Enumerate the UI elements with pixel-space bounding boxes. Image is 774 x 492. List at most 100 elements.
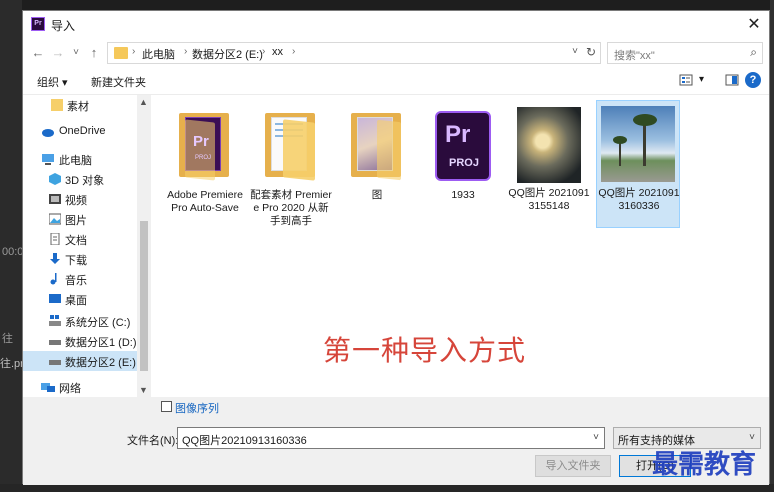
breadcrumb-drive-e[interactable]: 数据分区2 (E:) xyxy=(192,46,263,62)
sidebar-item-label: 数据分区2 (E:) xyxy=(65,357,136,369)
sidebar-item-music[interactable]: 音乐 xyxy=(23,269,137,289)
command-toolbar: 组织 ▾ 新建文件夹 ▾ ? xyxy=(23,67,769,95)
desktop-icon xyxy=(49,293,61,305)
sidebar-item-drive-c[interactable]: 系统分区 (C:) xyxy=(23,311,137,331)
sidebar-item-onedrive[interactable]: OneDrive xyxy=(23,122,137,142)
breadcrumb-xx[interactable]: xx xyxy=(272,46,283,58)
flowers-image-thumbnail xyxy=(517,107,581,183)
sidebar-item-desktop[interactable]: 桌面 xyxy=(23,289,137,309)
address-bar[interactable]: › 此电脑 › 数据分区2 (E:) › xx › ˅ ↻ xyxy=(107,42,601,64)
search-placeholder: 搜索"xx" xyxy=(614,50,655,62)
premiere-app-icon: Pr xyxy=(31,17,45,31)
file-list: Pr PROJ Adobe Premiere Pro Auto-Save 配套素… xyxy=(151,95,769,397)
filename-dropdown-chevron-icon[interactable]: ˅ xyxy=(593,432,599,443)
recent-locations-chevron-icon[interactable]: ˅ xyxy=(67,43,85,63)
sidebar-item-label: 数据分区1 (D:) xyxy=(65,337,137,349)
document-icon xyxy=(49,232,61,246)
tutorial-annotation: 第一种导入方式 xyxy=(323,334,527,367)
navigation-pane-scrollbar[interactable]: ▲ ▼ xyxy=(137,95,151,397)
sidebar-item-videos[interactable]: 视频 xyxy=(23,189,137,209)
sidebar-item-label: 此电脑 xyxy=(59,155,92,167)
sidebar-item-label: 素材 xyxy=(67,101,89,113)
sidebar-item-drive-e[interactable]: 数据分区2 (E:) xyxy=(23,351,137,371)
folder-icon xyxy=(114,47,128,59)
file-item-qq-image-160336[interactable]: QQ图片 20210913160336 xyxy=(596,100,680,228)
search-icon[interactable]: ⌕ xyxy=(750,45,757,60)
background-panel-bottom xyxy=(0,484,774,492)
sidebar-item-drive-d[interactable]: 数据分区1 (D:) xyxy=(23,331,137,351)
premiere-project-icon: Pr PROJ xyxy=(435,111,491,181)
sidebar-item-label: 桌面 xyxy=(65,295,87,307)
video-icon xyxy=(49,193,61,205)
background-text: 往 xyxy=(2,333,13,345)
file-item-image-folder[interactable]: 图 xyxy=(335,101,419,211)
image-sequence-label[interactable]: 图像序列 xyxy=(175,400,219,416)
background-timecode: 00:0 xyxy=(2,246,24,258)
breadcrumb-separator: › xyxy=(132,46,136,57)
sidebar-item-3d-objects[interactable]: 3D 对象 xyxy=(23,169,137,189)
file-name: 图 xyxy=(371,189,383,201)
filename-value: QQ图片20210913160336 xyxy=(182,435,307,447)
premiere-project-icon-label: Pr xyxy=(445,121,471,148)
drive-icon xyxy=(49,355,61,367)
filename-input[interactable]: QQ图片20210913160336 ˅ xyxy=(177,427,605,449)
music-icon xyxy=(49,273,61,285)
windows-drive-icon xyxy=(49,315,61,327)
sidebar-item-label: 3D 对象 xyxy=(65,175,105,187)
breadcrumb-separator: › xyxy=(184,46,188,57)
dialog-title: 导入 xyxy=(51,19,76,33)
drive-icon xyxy=(49,335,61,347)
up-arrow-icon[interactable]: ↑ xyxy=(85,43,103,63)
background-panel-left: 00:0 往 往.pr xyxy=(0,0,24,492)
forward-arrow-icon[interactable]: → xyxy=(49,43,67,63)
address-dropdown-chevron-icon[interactable]: ˅ xyxy=(572,46,578,57)
search-box[interactable]: 搜索"xx" ⌕ xyxy=(607,42,763,64)
import-folder-button[interactable]: 导入文件夹 xyxy=(535,455,611,477)
file-item-1933-project[interactable]: Pr PROJ 1933 xyxy=(421,101,505,211)
sidebar-item-network[interactable]: 网络 xyxy=(23,377,137,397)
image-sequence-checkbox[interactable] xyxy=(161,401,172,412)
navigation-bar: ← → ˅ ↑ › 此电脑 › 数据分区2 (E:) › xx › ˅ ↻ 搜索… xyxy=(23,39,769,67)
cube-icon xyxy=(49,173,61,185)
sidebar-item-label: 文档 xyxy=(65,235,87,247)
file-item-qq-image-155148[interactable]: QQ图片 20210913155148 xyxy=(507,101,591,241)
view-options-icon[interactable] xyxy=(679,73,693,87)
folder-icon xyxy=(51,99,63,111)
refresh-icon[interactable]: ↻ xyxy=(586,45,596,59)
navigation-pane: 素材 OneDrive 此电脑 3D 对象 视频 图片 文档 下载 音乐 桌面 … xyxy=(23,95,151,397)
premiere-project-icon-sublabel: PROJ xyxy=(449,157,479,169)
scrollbar-thumb[interactable] xyxy=(140,221,148,371)
organize-menu[interactable]: 组织 ▾ xyxy=(37,74,68,90)
close-icon[interactable]: ✕ xyxy=(739,11,769,39)
sidebar-item-downloads[interactable]: 下载 xyxy=(23,249,137,269)
file-item-autosave-folder[interactable]: Pr PROJ Adobe Premiere Pro Auto-Save xyxy=(163,101,247,231)
scroll-down-icon[interactable]: ▼ xyxy=(139,385,148,395)
help-icon[interactable]: ? xyxy=(745,72,761,88)
sidebar-item-label: 下载 xyxy=(65,255,87,267)
sidebar-item-label: 音乐 xyxy=(65,275,87,287)
premiere-folder-icon: Pr PROJ xyxy=(179,113,229,181)
preview-pane-icon[interactable] xyxy=(725,73,739,87)
breadcrumb-this-pc[interactable]: 此电脑 xyxy=(142,46,175,62)
view-dropdown-icon[interactable]: ▾ xyxy=(699,74,704,85)
title-bar: Pr 导入 ✕ xyxy=(23,11,769,39)
sidebar-item-pictures[interactable]: 图片 xyxy=(23,209,137,229)
sidebar-item-label: 视频 xyxy=(65,195,87,207)
breadcrumb-separator: › xyxy=(262,46,266,57)
file-item-materials-folder[interactable]: 配套素材 Premiere Pro 2020 从新手到高手 xyxy=(249,101,333,251)
file-name: 配套素材 Premiere Pro 2020 从新手到高手 xyxy=(250,189,332,227)
picture-icon xyxy=(48,213,62,225)
watermark-logo: 最需教育 xyxy=(652,450,757,480)
file-type-dropdown-chevron-icon[interactable]: ˅ xyxy=(749,432,755,443)
file-name: Adobe Premiere Pro Auto-Save xyxy=(167,189,243,214)
sidebar-item-this-pc[interactable]: 此电脑 xyxy=(23,149,137,169)
file-name: QQ图片 20210913155148 xyxy=(508,187,590,212)
new-folder-button[interactable]: 新建文件夹 xyxy=(91,74,146,90)
network-icon xyxy=(41,381,55,393)
file-name: QQ图片 20210913160336 xyxy=(598,187,680,212)
sidebar-item-materials[interactable]: 素材 xyxy=(23,95,137,115)
palm-trees-image-thumbnail xyxy=(601,106,675,182)
scroll-up-icon[interactable]: ▲ xyxy=(139,97,148,107)
back-arrow-icon[interactable]: ← xyxy=(29,43,47,63)
sidebar-item-documents[interactable]: 文档 xyxy=(23,229,137,249)
